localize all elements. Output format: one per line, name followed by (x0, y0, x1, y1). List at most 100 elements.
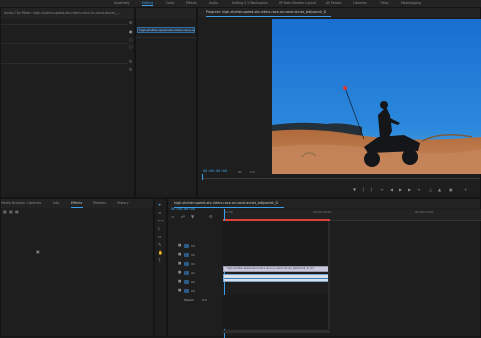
camera-icon[interactable]: ▣ (449, 188, 453, 192)
workspace-color[interactable]: Color (166, 1, 174, 5)
tab-info[interactable]: Info (53, 201, 59, 205)
project-item-selected[interactable]: high-shutter-speed-atv-riders-race-on-sa… (137, 27, 195, 33)
track-target-v2[interactable] (184, 253, 189, 257)
tab-program-underline (206, 16, 331, 17)
workspace-libraries[interactable]: Libraries (353, 1, 367, 5)
track-target-a1[interactable] (184, 271, 189, 275)
ruler-tick-1: 00:00:05:00 (313, 210, 332, 214)
source-tabbar: Audio Clip Mixer: high-shutter-speed-atv… (1, 8, 134, 19)
lock-icon[interactable]: ■ (178, 270, 181, 275)
tab-markers[interactable]: Markers (93, 201, 106, 205)
ruler-tick-2: 00:00:10:00 (415, 210, 434, 214)
track-target-v1[interactable] (184, 262, 189, 266)
timeline-h-scrollbar[interactable] (223, 330, 330, 333)
effects-panel: Media Browser Libraries Info Effects Mar… (0, 198, 154, 337)
program-quality[interactable]: Full (250, 170, 255, 174)
lock-icon[interactable]: ■ (178, 279, 181, 284)
plus-icon[interactable]: + (464, 188, 467, 192)
play-icon[interactable]: ▶ (399, 188, 402, 192)
workspace-metalogging[interactable]: Metalogging (401, 1, 421, 5)
extract-icon[interactable]: ▲ (438, 188, 441, 192)
effects-icon-3[interactable]: ▦ (15, 210, 19, 214)
marker-icon[interactable]: ○ (129, 45, 133, 49)
track-label-v3: V3 (191, 244, 195, 248)
new-bin-icon[interactable]: ▣ (36, 250, 40, 254)
track-label-a1: A1 (191, 271, 195, 275)
lock-icon[interactable]: ■ (178, 288, 181, 293)
project-divider (136, 37, 196, 38)
tab-audio-clip-mixer[interactable]: Audio Clip Mixer: high-shutter-speed-atv… (4, 11, 130, 15)
track-target-v3[interactable] (184, 244, 189, 248)
wrench-icon[interactable]: ⚙ (129, 21, 133, 25)
lock-icon[interactable]: ■ (178, 243, 181, 248)
workspace-editing[interactable]: Editing (142, 1, 154, 6)
workspaces-bar: Assembly Editing Color Effects Audio Edi… (0, 0, 481, 7)
effects-icon-2[interactable]: ▦ (9, 210, 13, 214)
workspace-editing-2[interactable]: Editing 2.1 Workspace (232, 1, 268, 5)
video-frame (272, 19, 481, 174)
timeline-timecode[interactable]: 00:00:00:00 (171, 207, 195, 211)
refresh-icon[interactable]: ↻ (129, 60, 132, 64)
track-select-icon[interactable]: ≡ (158, 211, 161, 215)
step-back-icon[interactable]: ◀ (390, 188, 393, 192)
pen-icon[interactable]: ✎ (158, 243, 161, 247)
tab-program[interactable]: Program: high-shutter-speed-atv-riders-r… (206, 10, 326, 14)
workspace-audio[interactable]: Audio (209, 1, 218, 5)
program-scrubber[interactable] (202, 178, 480, 179)
snap-icon[interactable]: ⇒ (171, 215, 174, 219)
lock-icon[interactable]: ■ (178, 252, 181, 257)
audio-clip[interactable] (223, 274, 330, 282)
timeline-v-scrollbar[interactable] (328, 221, 330, 329)
workspace-assembly[interactable]: Assembly (114, 1, 129, 5)
tools-panel: ➤ ≡ ⟷ ◊ ⇔ ✎ ✋ T (154, 198, 167, 337)
selection-tool-icon[interactable]: ➤ (158, 203, 161, 207)
tab-media-browser[interactable]: Media Browser (1, 201, 25, 205)
effects-tabbar: Media Browser Libraries Info Effects Mar… (1, 199, 153, 208)
hand-icon[interactable]: ✋ (158, 251, 163, 255)
program-fit[interactable]: Fit (238, 170, 242, 174)
workspace-all-panels[interactable]: All Panels (326, 1, 341, 5)
project-tabbar (136, 8, 196, 19)
tab-libraries[interactable]: Libraries (27, 201, 41, 205)
wrench-icon[interactable]: ⚙ (209, 215, 213, 219)
marker-icon[interactable]: ▼ (353, 188, 356, 192)
tab-sequence[interactable]: high-shutter-speed-atv-riders-race-on-sa… (174, 201, 278, 205)
tab-effects[interactable]: Effects (71, 201, 82, 205)
lift-icon[interactable]: △ (429, 188, 432, 192)
track-target-a3[interactable] (184, 289, 189, 293)
markers-icon[interactable]: ▼ (191, 215, 194, 219)
video-clip-label: high-shutter-speed-atv-riders-race-on-sa… (227, 267, 314, 270)
effects-icon-1[interactable]: ▦ (3, 210, 7, 214)
razor-icon[interactable]: ◊ (158, 227, 160, 231)
workspace-titles[interactable]: Titles (380, 1, 389, 5)
tab-effects-underline (71, 207, 83, 208)
workspace-effects[interactable]: Effects (186, 1, 197, 5)
linked-icon[interactable]: ☍ (181, 215, 185, 219)
source-ruler-2 (1, 43, 128, 44)
link-icon[interactable]: ○ (129, 38, 133, 42)
video-clip[interactable]: high-shutter-speed-atv-riders-race-on-sa… (223, 266, 330, 272)
type-icon[interactable]: T (158, 259, 160, 263)
tab-history[interactable]: History (117, 201, 129, 205)
program-playhead[interactable] (202, 174, 203, 180)
timeline-tabbar: high-shutter-speed-atv-riders-race-on-sa… (168, 199, 480, 208)
program-monitor: Program: high-shutter-speed-atv-riders-r… (197, 7, 481, 198)
program-timecode[interactable]: 00:00:00:00 (203, 169, 227, 173)
go-to-out-icon[interactable]: ⇥ (417, 188, 420, 192)
track-target-a2[interactable] (184, 280, 189, 284)
step-forward-icon[interactable]: ▶ (408, 188, 411, 192)
workspace-sp-ram[interactable]: SP Ram Monitor Layout (279, 1, 316, 5)
in-point-icon[interactable]: { (362, 188, 365, 192)
audio-track-area (223, 295, 330, 329)
go-to-in-icon[interactable]: ⇤ (381, 188, 384, 192)
ripple-edit-icon[interactable]: ⟷ (158, 219, 164, 223)
lock-icon[interactable]: ■ (178, 261, 181, 266)
audio-waveform (224, 278, 329, 279)
master-value[interactable]: 0.0 (202, 298, 207, 302)
settings-icon[interactable]: ● (129, 30, 133, 34)
timeline-panel: high-shutter-speed-atv-riders-race-on-sa… (167, 198, 481, 338)
history-icon[interactable]: ↻ (129, 68, 132, 72)
slip-icon[interactable]: ⇔ (158, 235, 161, 239)
track-label-v1: V1 (191, 262, 195, 266)
out-point-icon[interactable]: } (370, 188, 373, 192)
